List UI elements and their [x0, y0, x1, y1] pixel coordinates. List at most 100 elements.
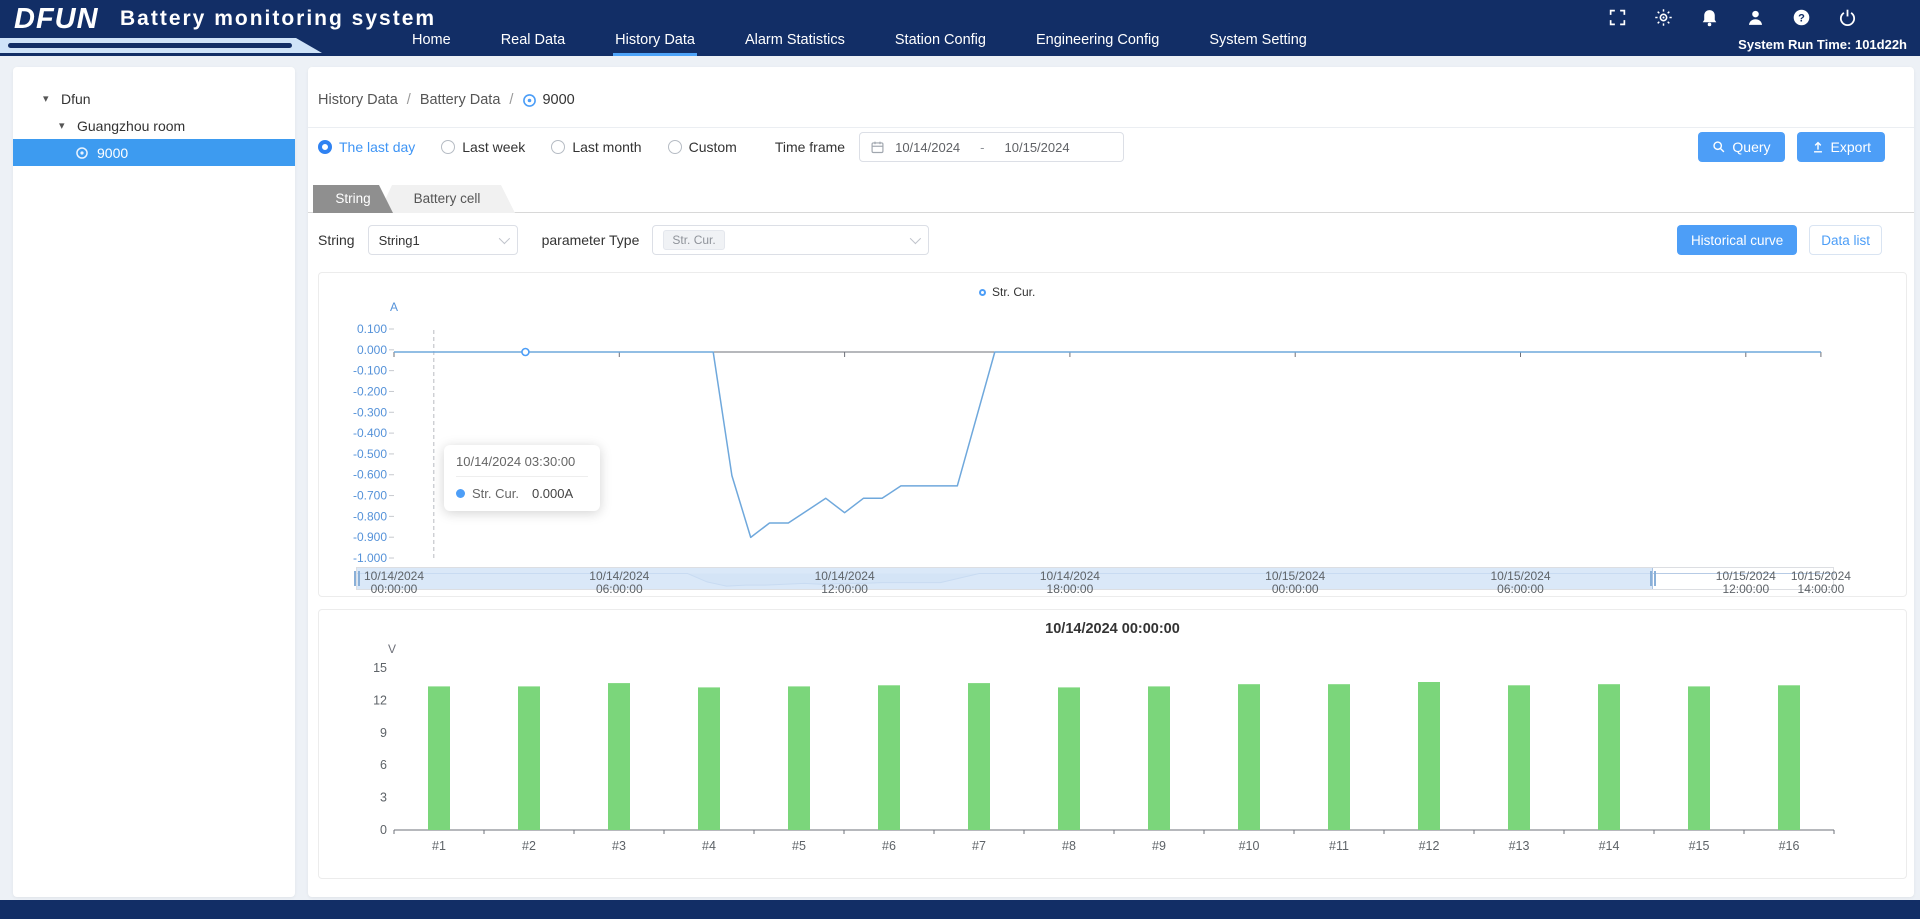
bar-x-tick-label: #12: [1419, 839, 1440, 853]
line-y-tick-label: -0.500: [353, 447, 387, 461]
line-y-tick-label: -0.800: [353, 509, 387, 523]
radio-circle-icon[interactable]: [668, 140, 682, 154]
bar-x-tick-label: #2: [522, 839, 536, 853]
bar-y-tick-label: 6: [380, 758, 387, 772]
nav-item-station-config[interactable]: Station Config: [893, 29, 988, 56]
historical-curve-button[interactable]: Historical curve: [1677, 225, 1797, 255]
datazoom-slider[interactable]: [356, 567, 1834, 590]
bar-y-tick-label: 12: [373, 693, 387, 707]
line-y-tick-label: -0.300: [353, 405, 387, 419]
nav-item-history-data[interactable]: History Data: [613, 29, 697, 56]
bar-16[interactable]: [1778, 685, 1800, 830]
bar-13[interactable]: [1508, 685, 1530, 830]
bar-x-tick-label: #6: [882, 839, 896, 853]
date-range-dash: -: [980, 140, 984, 155]
header-icons: ?: [1608, 8, 1857, 27]
nav-item-home[interactable]: Home: [410, 29, 453, 56]
bar-11[interactable]: [1328, 684, 1350, 830]
parameter-type-label: parameter Type: [542, 232, 640, 248]
bar-7[interactable]: [968, 683, 990, 830]
power-icon[interactable]: [1838, 8, 1857, 27]
bar-6[interactable]: [878, 685, 900, 830]
line-y-tick-label: -1.000: [353, 551, 387, 565]
user-icon[interactable]: [1746, 8, 1765, 27]
tab-battery-cell[interactable]: Battery cell: [379, 185, 515, 213]
bar-y-tick-label: 3: [380, 791, 387, 805]
caret-down-icon[interactable]: ▾: [43, 92, 53, 105]
parameter-type-select[interactable]: Str. Cur.: [652, 225, 929, 255]
fullscreen-icon[interactable]: [1608, 8, 1627, 27]
notifications-icon[interactable]: [1700, 8, 1719, 27]
time-frame-label: Time frame: [775, 139, 845, 155]
query-button-label: Query: [1732, 139, 1770, 155]
bar-y-tick-label: 9: [380, 726, 387, 740]
legend-str-cur[interactable]: Str. Cur.: [979, 285, 1035, 299]
tree-node-label: Guangzhou room: [77, 118, 185, 134]
bar-8[interactable]: [1058, 687, 1080, 830]
nav-item-real-data[interactable]: Real Data: [499, 29, 567, 56]
nav-item-alarm-statistics[interactable]: Alarm Statistics: [743, 29, 847, 56]
radio-last-week[interactable]: Last week: [441, 139, 525, 155]
radio-circle-icon[interactable]: [551, 140, 565, 154]
datazoom-right-handle[interactable]: [1649, 571, 1657, 586]
line-y-tick-label: -0.900: [353, 530, 387, 544]
date-start-value[interactable]: 10/14/2024: [895, 140, 960, 155]
tree-node-guangzhou-room[interactable]: ▾ Guangzhou room: [13, 112, 295, 139]
line-y-tick-label: -0.600: [353, 468, 387, 482]
radio-last-month[interactable]: Last month: [551, 139, 641, 155]
action-buttons: Query Export: [1698, 132, 1885, 162]
nav-item-engineering-config[interactable]: Engineering Config: [1034, 29, 1161, 56]
bar-9[interactable]: [1148, 686, 1170, 830]
datazoom-left-handle[interactable]: [353, 571, 361, 586]
breadcrumb-separator: /: [509, 92, 513, 108]
bar-5[interactable]: [788, 686, 810, 830]
tab-divider: [308, 212, 1914, 213]
bar-2[interactable]: [518, 686, 540, 830]
tab-string[interactable]: String: [313, 185, 393, 213]
bar-4[interactable]: [698, 687, 720, 830]
bar-x-tick-label: #16: [1779, 839, 1800, 853]
bar-x-tick-label: #10: [1239, 839, 1260, 853]
radio-circle-icon[interactable]: [441, 140, 455, 154]
nav-item-system-setting[interactable]: System Setting: [1207, 29, 1309, 56]
date-range-picker[interactable]: 10/14/2024 - 10/15/2024: [859, 132, 1124, 162]
breadcrumb-history-data[interactable]: History Data: [318, 92, 398, 108]
radio-circle-icon[interactable]: [318, 140, 332, 154]
parameter-type-tag: Str. Cur.: [663, 230, 724, 250]
bar-12[interactable]: [1418, 682, 1440, 830]
bar-15[interactable]: [1688, 686, 1710, 830]
line-y-tick-label: 0.000: [357, 343, 387, 357]
radio-label: Last week: [462, 139, 525, 155]
bar-14[interactable]: [1598, 684, 1620, 830]
system-run-time: System Run Time: 101d22h: [1738, 37, 1907, 52]
footer-bar: [0, 900, 1920, 919]
data-list-button[interactable]: Data list: [1809, 225, 1882, 255]
radio-custom[interactable]: Custom: [668, 139, 737, 155]
bar-x-tick-label: #13: [1509, 839, 1530, 853]
brightness-icon[interactable]: [1654, 8, 1673, 27]
bar-3[interactable]: [608, 683, 630, 830]
date-end-value[interactable]: 10/15/2024: [1005, 140, 1070, 155]
tree-node-label: Dfun: [61, 91, 91, 107]
bar-x-tick-label: #3: [612, 839, 626, 853]
tree-node-9000[interactable]: 9000: [13, 139, 295, 166]
device-icon: [522, 93, 537, 108]
radio-the-last-day[interactable]: The last day: [318, 139, 415, 155]
export-button[interactable]: Export: [1797, 132, 1885, 162]
station-tree-panel: ▾ Dfun ▾ Guangzhou room 9000: [13, 67, 295, 897]
main-panel: History Data / Battery Data / 9000 The l…: [308, 67, 1914, 897]
filter-row: The last day Last week Last month Custom Ti…: [318, 132, 1124, 162]
help-icon[interactable]: ?: [1792, 8, 1811, 27]
caret-down-icon[interactable]: ▾: [59, 119, 69, 132]
bar-10[interactable]: [1238, 684, 1260, 830]
bar-1[interactable]: [428, 686, 450, 830]
search-icon: [1712, 140, 1726, 154]
line-chart-y-unit: A: [379, 300, 398, 314]
line-y-tick-label: -0.700: [353, 489, 387, 503]
breadcrumb-battery-data[interactable]: Battery Data: [420, 92, 501, 108]
string-select[interactable]: String1: [368, 225, 518, 255]
tree-node-dfun[interactable]: ▾ Dfun: [13, 85, 295, 112]
datazoom-selected-range[interactable]: [357, 568, 1653, 589]
breadcrumb-device: 9000: [522, 92, 574, 108]
query-button[interactable]: Query: [1698, 132, 1784, 162]
